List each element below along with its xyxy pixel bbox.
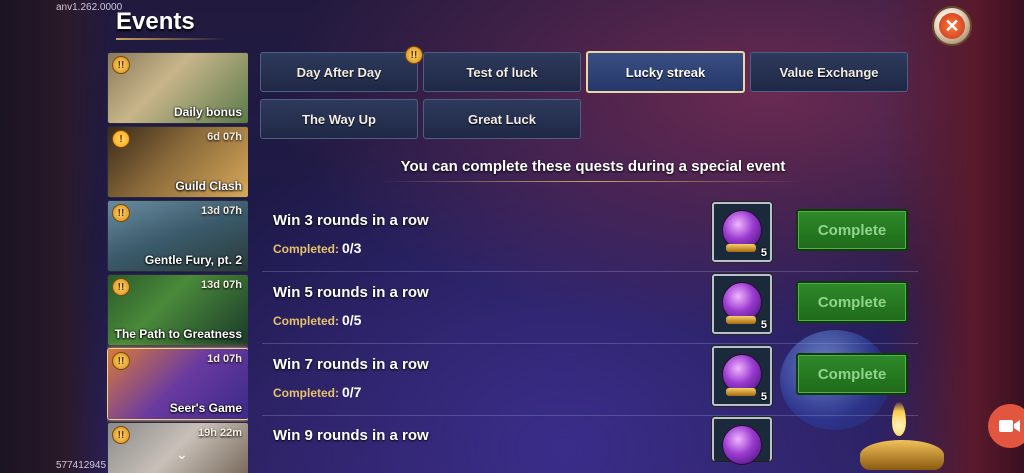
attention-icon: !! — [112, 352, 130, 370]
tab-value-exchange[interactable]: Value Exchange — [750, 52, 908, 92]
left-curtain — [0, 0, 110, 473]
event-timer: 13d 07h — [201, 279, 242, 291]
quest-title: Win 9 rounds in a row — [273, 427, 429, 444]
section-subtitle: You can complete these quests during a s… — [400, 158, 786, 175]
progress-label: Completed: — [273, 386, 339, 400]
tab-lucky-streak[interactable]: Lucky streak — [586, 51, 745, 93]
progress-value: 0/3 — [342, 240, 362, 256]
quest-title: Win 3 rounds in a row — [273, 212, 429, 229]
sidebar-item-label: Guild Clash — [175, 179, 242, 193]
complete-button[interactable]: Complete — [796, 281, 908, 323]
tab-test-of-luck[interactable]: Test of luck — [423, 52, 581, 92]
quest-row: Win 7 rounds in a row Completed: 0/7 5 Co… — [262, 344, 918, 416]
reward-quantity: 5 — [760, 391, 767, 403]
sidebar-item-label: Gentle Fury, pt. 2 — [144, 253, 242, 267]
progress-value: 0/5 — [342, 312, 362, 328]
event-timer: 13d 07h — [201, 205, 242, 217]
event-timer: 19h 22m — [197, 427, 242, 439]
reward-item[interactable]: 5 — [712, 346, 772, 406]
tab-great-luck[interactable]: Great Luck — [423, 99, 581, 139]
quest-row: Win 9 rounds in a row — [262, 415, 918, 473]
build-number: 577412945 — [56, 460, 107, 471]
quest-title: Win 7 rounds in a row — [273, 356, 429, 373]
complete-button[interactable]: Complete — [796, 353, 908, 395]
attention-icon: !! — [112, 204, 130, 222]
attention-icon: !! — [112, 56, 130, 74]
complete-button[interactable]: Complete — [796, 209, 908, 251]
sidebar-item-label: Daily bonus — [173, 105, 242, 119]
progress-label: Completed: — [273, 242, 339, 256]
reward-item[interactable] — [712, 417, 772, 465]
reward-item[interactable]: 5 — [712, 274, 772, 334]
title-underline — [116, 38, 226, 40]
orb-stand-icon — [726, 388, 756, 396]
orb-stand-icon — [726, 316, 756, 324]
progress-label: Completed: — [273, 314, 339, 328]
close-button[interactable]: ✕ — [932, 6, 972, 46]
sidebar-item-gentle-fury[interactable]: !! 13d 07h Gentle Fury, pt. 2 — [107, 200, 248, 272]
oil-lamp-decoration — [860, 440, 944, 470]
sidebar-item-guild-clash[interactable]: ! 6d 07h Guild Clash — [107, 126, 248, 198]
progress-value: 0/7 — [342, 384, 362, 400]
chevron-down-icon[interactable]: ⌄ — [176, 446, 192, 462]
tab-day-after-day[interactable]: Day After Day — [260, 52, 418, 92]
sidebar-item-daily-bonus[interactable]: !! Daily bonus — [107, 52, 248, 124]
quest-progress: Completed: 0/3 — [273, 240, 361, 256]
reward-quantity: 5 — [760, 319, 767, 331]
orb-stand-icon — [726, 244, 756, 252]
sidebar-item-path-to-greatness[interactable]: !! 13d 07h The Path to Greatness — [107, 274, 248, 346]
close-icon: ✕ — [939, 13, 965, 39]
quest-title: Win 5 rounds in a row — [273, 284, 429, 301]
quest-progress: Completed: 0/7 — [273, 384, 361, 400]
event-timer: 1d 07h — [207, 353, 242, 365]
crystal-orb-icon — [722, 425, 762, 465]
attention-icon: !! — [405, 46, 423, 64]
version-label: anv1.262.0000 — [56, 2, 123, 13]
video-camera-icon — [999, 420, 1020, 432]
tab-the-way-up[interactable]: The Way Up — [260, 99, 418, 139]
sidebar-item-seers-game[interactable]: !! 1d 07h Seer's Game — [107, 348, 248, 420]
events-sidebar[interactable]: !! Daily bonus ! 6d 07h Guild Clash !! 1… — [107, 52, 248, 473]
attention-icon: !! — [112, 426, 130, 444]
subtitle-divider — [380, 181, 806, 182]
page-title: Events — [116, 8, 195, 35]
reward-quantity: 5 — [760, 247, 767, 259]
sidebar-item-label: Seer's Game — [169, 401, 242, 415]
flame-decoration — [892, 402, 906, 436]
quest-row: Win 3 rounds in a row Completed: 0/3 5 Co… — [262, 200, 918, 272]
sidebar-item-label: The Path to Greatness — [114, 327, 242, 341]
attention-icon: !! — [112, 278, 130, 296]
quest-progress: Completed: 0/5 — [273, 312, 361, 328]
screen-record-button[interactable] — [988, 404, 1024, 448]
alert-icon: ! — [112, 130, 130, 148]
event-timer: 6d 07h — [207, 131, 242, 143]
reward-item[interactable]: 5 — [712, 202, 772, 262]
